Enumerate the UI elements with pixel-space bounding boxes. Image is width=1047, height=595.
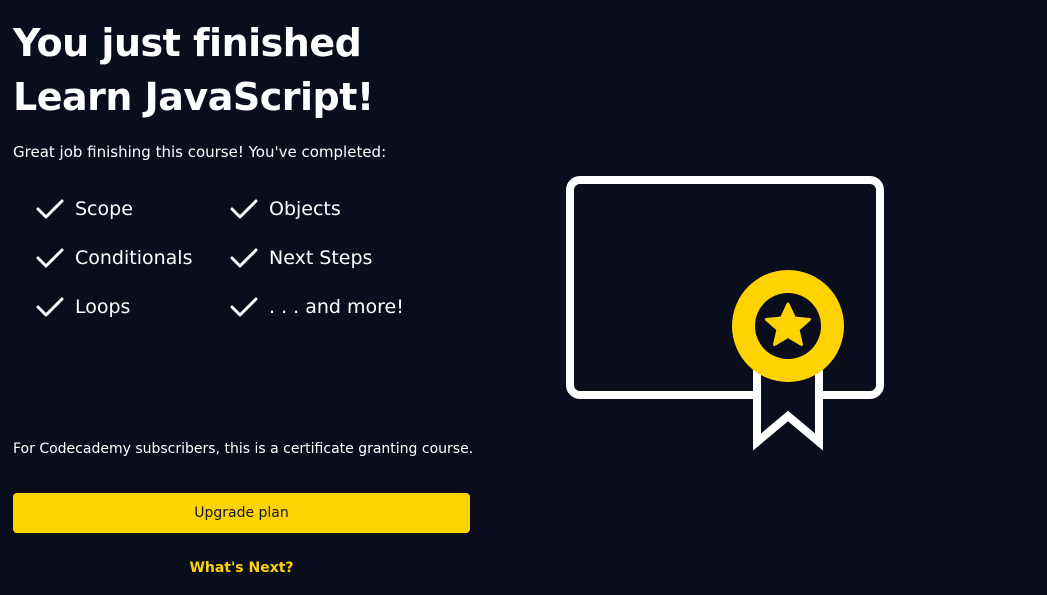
topic-item-conditionals: Conditionals	[36, 233, 230, 282]
check-icon	[36, 248, 64, 267]
check-icon	[230, 199, 258, 218]
check-icon	[36, 297, 64, 316]
course-completion-page: You just finished Learn JavaScript! Grea…	[0, 0, 1047, 595]
certificate-award-icon	[566, 176, 884, 451]
page-title: You just finished Learn JavaScript!	[13, 16, 374, 124]
certificate-note: For Codecademy subscribers, this is a ce…	[13, 441, 474, 457]
page-title-line-1: You just finished	[13, 21, 362, 65]
topic-item-loops: Loops	[36, 282, 230, 331]
topic-label: Next Steps	[269, 246, 373, 269]
page-title-line-2: Learn JavaScript!	[13, 75, 374, 119]
whats-next-link[interactable]: What's Next?	[13, 558, 470, 578]
upgrade-plan-button[interactable]: Upgrade plan	[13, 493, 470, 533]
topic-item-scope: Scope	[36, 184, 230, 233]
topic-label: Loops	[75, 295, 131, 318]
topic-item-and-more: . . . and more!	[230, 282, 430, 331]
check-icon	[230, 248, 258, 267]
topic-label: Scope	[75, 197, 133, 220]
completed-topics-list: Scope Objects Conditionals Next Steps Lo…	[36, 184, 456, 331]
topic-item-objects: Objects	[230, 184, 430, 233]
topic-label: Conditionals	[75, 246, 193, 269]
topic-item-next-steps: Next Steps	[230, 233, 430, 282]
topic-label: . . . and more!	[269, 295, 404, 318]
check-icon	[230, 297, 258, 316]
completion-intro: Great job finishing this course! You've …	[13, 143, 387, 161]
topic-label: Objects	[269, 197, 341, 220]
check-icon	[36, 199, 64, 218]
